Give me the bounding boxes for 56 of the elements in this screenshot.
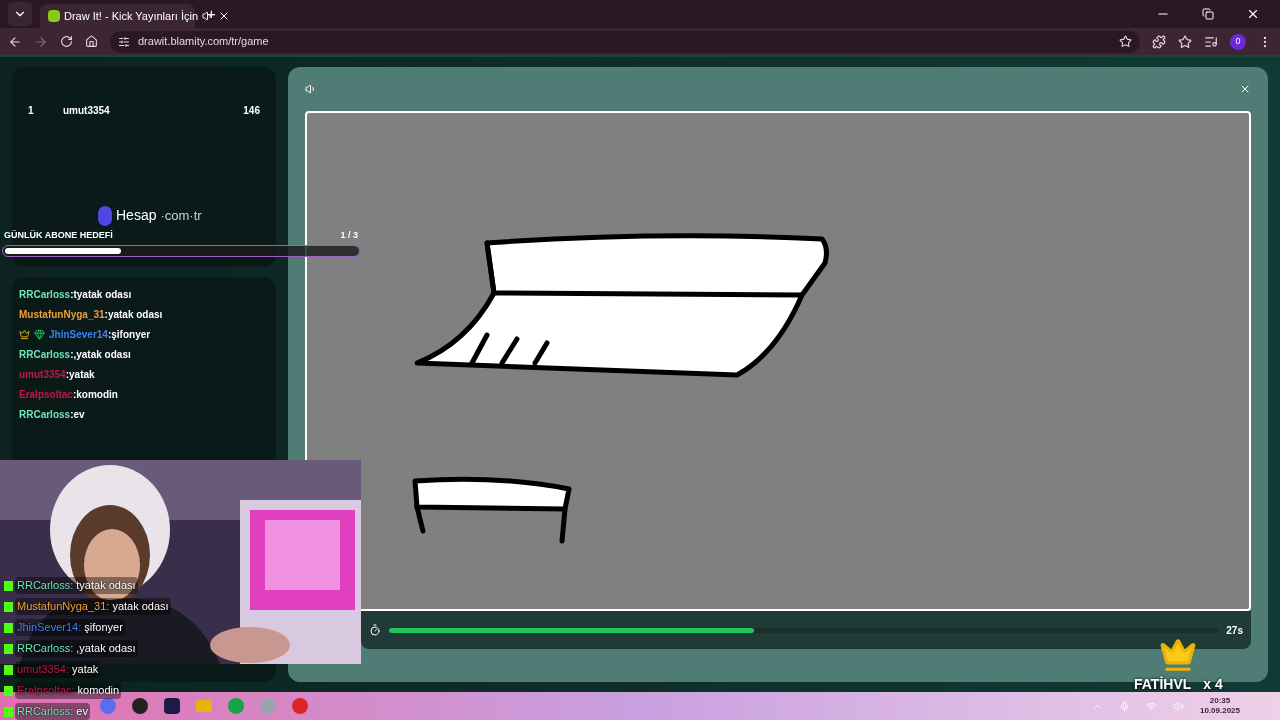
subscriber-name: FATİHVL (1134, 675, 1192, 694)
new-tab-button[interactable]: + (203, 2, 220, 26)
timer-text: 27s (1226, 623, 1243, 638)
crown-icon (19, 329, 30, 340)
chat-message: MustafunNyga_31: yatak odası (15, 598, 171, 615)
chat-message: RRCarloss:tyatak odası (19, 288, 132, 302)
address-bar[interactable]: drawit.blamity.com/tr/game (110, 30, 1140, 53)
chat-message: umut3354: yatak (15, 661, 101, 678)
chat-message: RRCarloss: ev (15, 703, 90, 720)
sponsor-domain: ·com·tr (160, 206, 202, 225)
chat-message: umut3354:yatak (19, 368, 95, 382)
crown-icon (1159, 636, 1198, 674)
home-icon[interactable] (85, 35, 98, 48)
goal-label: GÜNLÜK ABONE HEDEFİ (4, 229, 113, 242)
player-name: umut3354 (63, 104, 111, 118)
back-icon[interactable] (8, 34, 22, 49)
chat-username: umut3354 (19, 369, 66, 380)
timer-icon (369, 624, 381, 636)
app-icon[interactable] (132, 698, 148, 714)
chat-message: Eralpsoltac:komodin (19, 388, 118, 402)
chat-message: RRCarloss:ev (19, 408, 85, 422)
media-icon[interactable] (1204, 34, 1218, 49)
sound-icon[interactable] (305, 83, 317, 95)
chat-username: MustafunNyga_31 (19, 309, 105, 320)
sponsor-logo-icon (98, 205, 112, 226)
tab-list-button[interactable] (8, 2, 32, 26)
restore-icon[interactable] (1202, 8, 1214, 20)
goal-count: 1 / 3 (340, 229, 358, 242)
close-icon[interactable] (1246, 7, 1260, 21)
chat-message: JhinSever14:şifonyer (49, 328, 151, 342)
chat-username: RRCarloss (19, 289, 71, 300)
chat-message: RRCarloss:,yatak odası (19, 348, 131, 362)
url-text: drawit.blamity.com/tr/game (138, 34, 270, 50)
reload-icon[interactable] (60, 35, 73, 48)
clock-date: 10.09.2025 (1199, 706, 1240, 716)
chat-username: RRCarloss (19, 349, 71, 360)
app-icon[interactable] (164, 698, 180, 714)
chat-message: RRCarloss: tyatak odası (15, 577, 138, 594)
chat-message: JhinSever14: şifonyer (15, 619, 125, 636)
favorites-icon[interactable] (1178, 34, 1192, 49)
chat-username: Eralpsoltac (19, 389, 73, 400)
rank-text: 1 (28, 104, 35, 118)
chat-username: JhinSever14 (49, 329, 108, 340)
chat-message: RRCarloss: ,yatak odası (15, 640, 138, 657)
chat-message: MustafunNyga_31:yatak odası (19, 308, 163, 322)
site-settings-icon (118, 35, 130, 48)
gift-count: x 4 (1203, 675, 1223, 694)
sponsor-name: Hesap (116, 206, 157, 225)
app-icon[interactable] (100, 698, 116, 714)
chat-username: RRCarloss (19, 409, 71, 420)
extensions-icon[interactable] (1152, 34, 1166, 49)
score-text: 146 (243, 104, 260, 118)
clock-time: 20:35 (1209, 696, 1231, 706)
profile-avatar[interactable]: 0 (1230, 33, 1246, 50)
gem-icon (34, 329, 45, 340)
bookmark-icon[interactable] (1119, 35, 1132, 48)
